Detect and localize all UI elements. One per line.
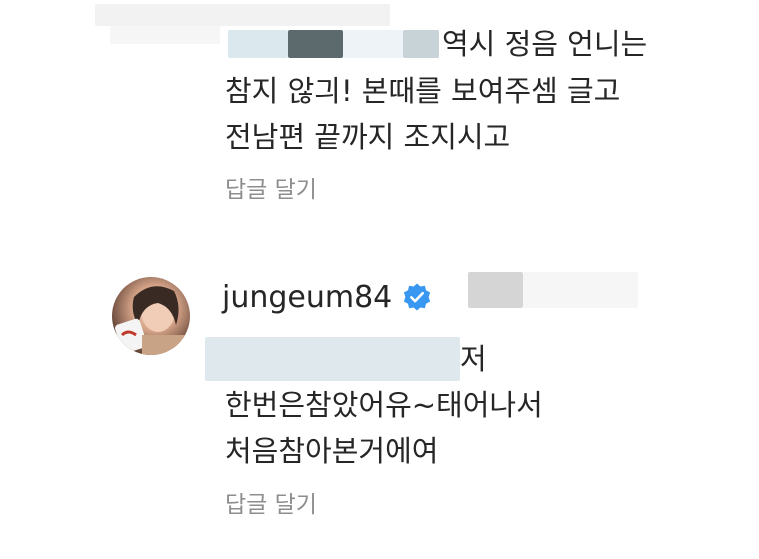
redacted-mention-1c [343, 30, 403, 58]
redacted-mention-2 [205, 337, 460, 381]
redacted-mention-1 [228, 30, 288, 58]
reply-button-2[interactable]: 답글 달기 [225, 485, 317, 519]
comment-1-line-2: 참지 않긔! 본때를 보여주셈 글고 [225, 74, 621, 108]
redacted-mention-1d [403, 30, 439, 58]
comment-1-line-3: 전남편 끝까지 조지시고 [225, 120, 511, 154]
comment-1-line-1: 역시 정음 언니는 [442, 27, 648, 61]
redacted-mention-1b [288, 30, 343, 58]
reply-button-1[interactable]: 답글 달기 [225, 170, 317, 204]
username-row: jungeum84 [222, 275, 432, 319]
redacted-timestamp [468, 272, 523, 308]
redacted-top-strip-2 [110, 26, 220, 44]
comment-2-line-1: 저 [460, 342, 487, 376]
redacted-top-strip [95, 4, 390, 26]
comment-2-line-2: 한번은참았어유~태어나서 [225, 388, 543, 422]
redacted-timestamp-2 [523, 272, 638, 308]
verified-badge-icon [404, 283, 431, 311]
avatar[interactable] [112, 277, 190, 355]
comment-2-line-3: 처음참아본거에여 [225, 434, 439, 468]
username[interactable]: jungeum84 [222, 280, 392, 315]
avatar-photo [115, 286, 186, 355]
